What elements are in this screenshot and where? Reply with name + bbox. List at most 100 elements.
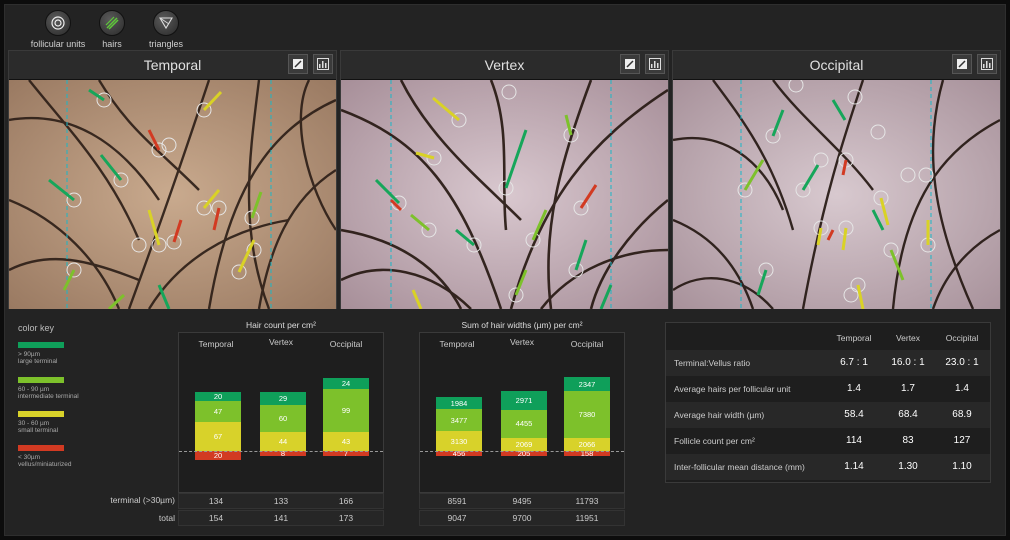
follicular-units-label: follicular units: [30, 39, 86, 49]
color-key-item: > 90µm large terminal: [18, 342, 64, 365]
hair-count-total-occipital: 173: [338, 513, 354, 523]
panel-title: Vertex: [484, 57, 525, 73]
metric-value: 1.7: [901, 383, 915, 394]
histogram-button[interactable]: [645, 54, 665, 74]
histogram-button[interactable]: [313, 54, 333, 74]
hair-count-total-temporal: 154: [208, 513, 224, 523]
hair-count-bar-small: 43: [323, 432, 369, 451]
trichoscopy-image-occipital[interactable]: [673, 80, 1000, 309]
color-key-range: > 90µm: [18, 351, 40, 358]
color-swatch: [18, 445, 64, 451]
terminal-row-label: terminal (>30µm): [110, 495, 175, 505]
hair-width-bar-large: 2347: [564, 376, 610, 392]
hair-width-bar-small: 3130: [436, 431, 482, 451]
metric-value: 23.0 : 1: [945, 357, 979, 368]
hair-width-col-temporal: Temporal: [439, 339, 475, 349]
metrics-row: Inter-follicular mean distance (mm) 1.14…: [666, 454, 990, 480]
color-swatch: [18, 377, 64, 383]
panel-header: Temporal: [9, 51, 336, 80]
trichoscopy-image-vertex[interactable]: [341, 80, 668, 309]
metric-value: 68.9: [952, 409, 972, 420]
histogram-button[interactable]: [977, 54, 997, 74]
metrics-row: Average hair width (µm) 58.4 68.4 68.9: [666, 402, 990, 428]
panel-header: Vertex: [341, 51, 668, 80]
hair-count-bar-intermediate: 99: [323, 388, 369, 433]
edit-button[interactable]: [288, 54, 308, 74]
hair-count-bar-small: 67: [195, 421, 241, 451]
pencil-icon: [957, 59, 967, 69]
vellus-baseline: [179, 451, 383, 452]
color-key-label: intermediate terminal: [18, 393, 79, 400]
metrics-row: Follicle count per cm² 114 83 127: [666, 428, 990, 454]
metric-value: 83: [902, 435, 914, 446]
total-row-label: total: [158, 513, 175, 523]
histogram-icon: [317, 58, 329, 70]
metrics-col-occipital: Occipital: [945, 333, 979, 343]
color-swatch: [18, 411, 64, 417]
hair-width-total-occipital: 11951: [575, 513, 599, 523]
panel-vertex: Vertex: [340, 50, 669, 309]
hair-count-chart: Temporal Vertex Occipital 20 67 47 20 8 44 60 2…: [178, 332, 384, 493]
metric-value: 16.0 : 1: [891, 357, 925, 368]
panel-header: Occipital: [673, 51, 1000, 80]
color-key-item: < 30µm vellus/miniaturized: [18, 445, 71, 468]
hair-count-bar-vellus: 20: [195, 451, 241, 460]
metric-value: 68.4: [898, 409, 918, 420]
hair-count-bar-large: 20: [195, 392, 241, 401]
hair-width-bar-intermediate: 7380: [564, 391, 610, 438]
hair-width-bar-small: 2066: [564, 437, 610, 451]
hair-width-bar-intermediate: 3477: [436, 409, 482, 432]
color-key-label: vellus/miniaturized: [18, 461, 72, 468]
color-key-title: color key: [18, 323, 55, 333]
hair-width-terminal-occipital: 11793: [575, 496, 599, 506]
hair-width-total-vertex: 9700: [512, 513, 532, 523]
metric-label: Terminal:Vellus ratio: [674, 358, 751, 368]
pencil-icon: [293, 59, 303, 69]
hair-count-bar-intermediate: 47: [195, 400, 241, 422]
metrics-col-temporal: Temporal: [836, 333, 872, 343]
color-key-range: < 30µm: [18, 454, 40, 461]
metric-label: Average hairs per follicular unit: [674, 384, 791, 394]
panel-occipital: Occipital: [672, 50, 1001, 309]
metrics-row: Terminal:Vellus ratio 6.7 : 1 16.0 : 1 2…: [666, 350, 990, 376]
metric-value: 127: [953, 435, 971, 446]
histogram-icon: [981, 58, 993, 70]
metrics-col-vertex: Vertex: [895, 333, 921, 343]
hair-width-chart: Temporal Vertex Occipital 456 3130 3477 198…: [419, 332, 625, 493]
metric-value: 1.30: [898, 461, 918, 472]
trichoscopy-image-temporal[interactable]: [9, 80, 336, 309]
hair-width-bar-large: 2971: [501, 391, 547, 410]
panel-temporal: Temporal: [8, 50, 337, 309]
hairs-icon: [99, 10, 125, 36]
follicular-units-icon: [45, 10, 71, 36]
hair-count-bar-small: 44: [260, 431, 306, 451]
hair-count-bar-large: 29: [260, 392, 306, 406]
hair-width-terminal-vertex: 9495: [512, 496, 532, 506]
edit-button[interactable]: [952, 54, 972, 74]
hair-width-col-occipital: Occipital: [570, 339, 604, 349]
hair-width-bar-small: 2069: [501, 437, 547, 451]
metrics-row: Average hairs per follicular unit 1.4 1.…: [666, 376, 990, 402]
metric-label: Inter-follicular mean distance (mm): [674, 462, 805, 472]
metric-value: 1.14: [844, 461, 864, 472]
hair-width-terminal-temporal: 8591: [447, 496, 467, 506]
hair-width-bar-large: 1984: [436, 396, 482, 410]
hairs-button[interactable]: hairs: [82, 10, 142, 49]
metric-label: Average hair width (µm): [674, 410, 765, 420]
triangles-button[interactable]: triangles: [136, 10, 196, 49]
hair-width-title: Sum of hair widths (µm) per cm²: [461, 320, 583, 330]
hair-count-total-vertex: 141: [273, 513, 289, 523]
edit-button[interactable]: [620, 54, 640, 74]
panel-title: Temporal: [143, 57, 202, 73]
vellus-baseline: [420, 451, 624, 452]
pencil-icon: [625, 59, 635, 69]
histogram-icon: [649, 58, 661, 70]
panel-title: Occipital: [809, 57, 864, 73]
hair-count-col-vertex: Vertex: [268, 337, 294, 347]
hair-count-terminal-occipital: 166: [338, 496, 354, 506]
color-swatch: [18, 342, 64, 348]
follicular-units-button[interactable]: follicular units: [28, 10, 88, 49]
hair-width-col-vertex: Vertex: [509, 337, 535, 347]
hair-count-col-occipital: Occipital: [329, 339, 363, 349]
color-key-label: small terminal: [18, 427, 59, 434]
